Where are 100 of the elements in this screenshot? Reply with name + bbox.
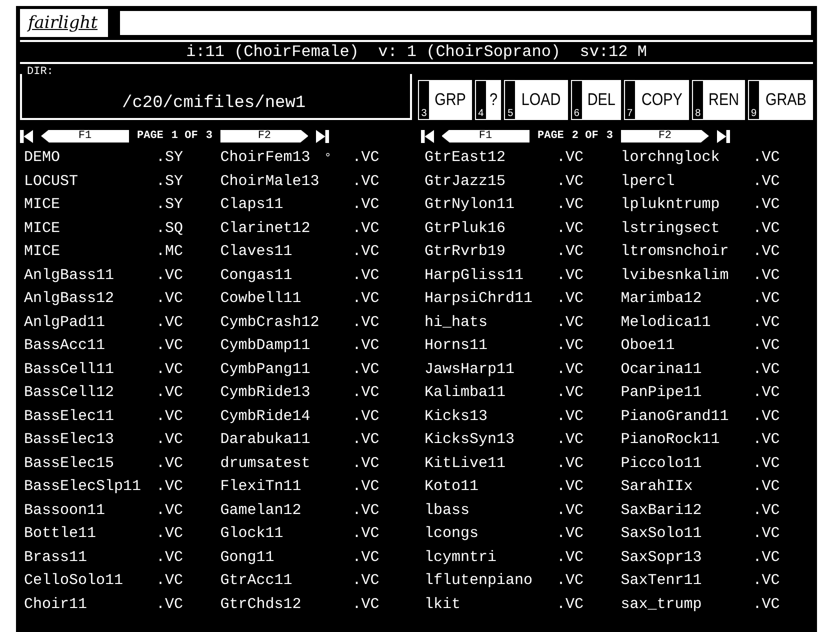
file-name[interactable]: PanPipe11 [620,384,702,402]
next-page-button[interactable]: F2 [620,130,709,142]
file-name[interactable]: Gong11 [220,548,274,566]
file-name[interactable]: AnlgBass12 [24,290,114,308]
function-button[interactable]: 7 COPY [624,80,689,120]
file-name[interactable]: Koto11 [424,478,479,496]
file-extension: .VC [752,525,781,542]
file-name[interactable]: lpercl [620,172,675,190]
file-name[interactable]: Claves11 [220,243,292,260]
file-name[interactable]: lkit [424,596,461,613]
file-name[interactable]: Kalimba11 [424,384,506,402]
file-name[interactable]: Clarinet12 [220,220,310,237]
file-name[interactable]: Darabuka11 [220,431,310,448]
file-name[interactable]: lorchnglock [620,149,720,166]
file-name[interactable]: GtrChds12 [220,596,302,613]
file-name[interactable]: KicksSyn13 [424,431,515,448]
input-field[interactable] [118,9,813,37]
file-name[interactable]: GtrAcc11 [220,572,292,590]
file-name[interactable]: GtrRvrb19 [424,243,506,260]
file-name[interactable]: lcongs [424,525,479,542]
file-name[interactable]: SaxSolo11 [620,525,702,542]
function-button[interactable]: 9 GRAB [748,80,813,120]
file-name[interactable]: AnlgPad11 [24,314,106,331]
file-name[interactable]: Bassoon11 [24,502,106,519]
file-name[interactable]: HarpGliss11 [424,266,524,284]
function-button[interactable]: 3 GRP [418,80,472,120]
file-name[interactable]: CymbCrash12 [220,314,320,331]
file-name[interactable]: BassElec11 [24,408,114,425]
file-name[interactable]: JawsHarp11 [424,360,515,378]
file-name[interactable]: GtrEast12 [424,149,506,166]
file-name[interactable]: Piccolo11 [620,454,702,472]
file-name[interactable]: Claps11 [220,196,284,214]
file-name[interactable]: DEMO [24,149,60,166]
file-name[interactable]: Glock11 [220,525,284,542]
file-name[interactable]: Brass11 [24,548,88,566]
file-name[interactable]: MICE [24,243,60,260]
file-name[interactable]: PianoGrand11 [620,408,729,425]
file-name[interactable]: BassElec13 [24,431,114,448]
file-name[interactable]: KitLive11 [424,454,506,472]
file-extension: .MC [156,243,184,260]
file-name[interactable]: Oboe11 [620,337,675,354]
file-name[interactable]: Cowbell11 [220,290,302,308]
file-name[interactable]: CymbRide14 [220,408,310,425]
file-name[interactable]: GtrPluk16 [424,220,506,237]
file-name[interactable]: GtrNylon11 [424,196,515,214]
file-name[interactable]: AnlgBass11 [24,266,114,284]
file-name[interactable]: GtrJazz15 [424,172,506,190]
file-name[interactable]: SaxTenr11 [620,572,702,590]
file-name[interactable]: Gamelan12 [220,502,302,519]
function-button[interactable]: 5 LOAD [504,80,568,120]
last-page-icon[interactable] [716,130,730,142]
first-page-icon[interactable] [420,130,434,142]
file-name[interactable]: BassCell11 [24,360,114,378]
file-name[interactable]: lplukntrump [620,196,720,214]
file-name[interactable]: ltromsnchoir [620,243,729,260]
next-page-button[interactable]: F2 [220,130,308,142]
file-name[interactable]: MICE [24,220,60,237]
file-name[interactable]: BassElecSlp11 [24,478,142,496]
file-name[interactable]: SaxSopr13 [620,548,702,566]
file-name[interactable]: hi_hats [424,314,488,331]
file-name[interactable]: MICE [24,196,60,214]
file-name[interactable]: sax_trump [620,596,702,613]
file-name[interactable]: lbass [424,502,470,519]
file-name[interactable]: Ocarina11 [620,360,702,378]
file-name[interactable]: lstringsect [620,220,720,237]
file-name[interactable]: ChoirFem13 [220,149,310,166]
file-name[interactable]: BassCell12 [24,384,114,402]
previous-page-button[interactable]: F1 [442,130,530,142]
first-page-icon[interactable] [20,130,33,142]
file-name[interactable]: BassAcc11 [24,337,106,354]
function-button[interactable]: 8 REN [692,80,745,120]
file-extension: .VC [156,525,184,542]
file-name[interactable]: drumsatest [220,454,310,472]
file-extension: .VC [156,431,184,448]
file-name[interactable]: HarpsiChrd11 [424,290,533,308]
file-name[interactable]: PianoRock11 [620,431,720,448]
previous-page-button[interactable]: F1 [41,130,129,142]
function-button[interactable]: 4 ? [474,80,502,120]
file-name[interactable]: Horns11 [424,337,488,354]
file-name[interactable]: BassElec15 [24,454,114,472]
last-page-icon[interactable] [316,130,330,142]
file-name[interactable]: CelloSolo11 [24,572,124,590]
file-name[interactable]: SaxBari12 [620,502,702,519]
file-name[interactable]: CymbPang11 [220,360,310,378]
file-name[interactable]: lcymntri [424,548,497,566]
file-name[interactable]: FlexiTn11 [220,478,302,496]
file-name[interactable]: Marimba12 [620,290,702,308]
file-name[interactable]: lvibesnkalim [620,266,729,284]
file-name[interactable]: Choir11 [24,596,88,613]
file-name[interactable]: CymbRide13 [220,384,310,402]
file-name[interactable]: CymbDamp11 [220,337,310,354]
function-button[interactable]: 6 DEL [570,80,621,120]
file-name[interactable]: Congas11 [220,266,292,284]
file-name[interactable]: Bottle11 [24,525,96,542]
file-name[interactable]: Melodica11 [620,314,711,331]
file-name[interactable]: SarahIIx [620,478,693,496]
file-name[interactable]: ChoirMale13 [220,172,320,190]
file-name[interactable]: lflutenpiano [424,572,533,590]
file-name[interactable]: LOCUST [24,172,78,190]
file-name[interactable]: Kicks13 [424,408,488,425]
